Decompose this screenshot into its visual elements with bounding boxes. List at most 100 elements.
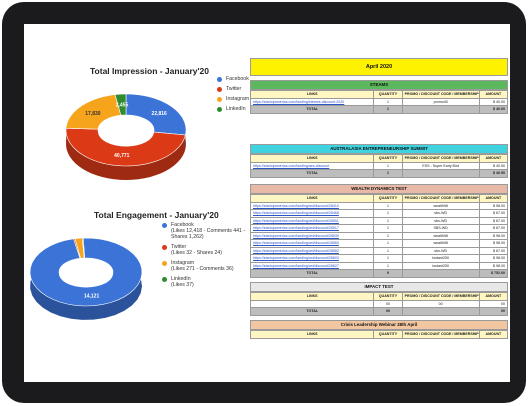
- table-row: https://startupamerica.com/landing/wd/di…: [249, 201, 509, 210]
- row-link[interactable]: https://startupamerica.com/landing/wd/di…: [249, 239, 375, 248]
- row-link[interactable]: https://startupamerica.com/landing/wd/di…: [249, 224, 375, 233]
- row-quantity: 1: [373, 224, 403, 233]
- row-amount: $ 98.00: [478, 201, 509, 210]
- impression-legend-swatch: [217, 86, 222, 92]
- total-code: [401, 169, 480, 178]
- column-header: LINKS: [249, 154, 375, 163]
- column-header: QUANTITY: [373, 292, 403, 301]
- impression-chart-title: Total Impression - January'20: [90, 66, 210, 76]
- row-link[interactable]: https://startupamerica.com/landing/aes-d…: [249, 161, 375, 170]
- total-row: TOTAL 1 $ 40.00: [249, 105, 509, 114]
- column-header: QUANTITY: [373, 90, 403, 99]
- impression-legend: Facebook Twitter Instagram LinkedIn: [217, 76, 249, 116]
- row-link[interactable]: https://startupamerica.com/landing/wd/di…: [249, 216, 375, 225]
- row-code: 00: [401, 299, 480, 308]
- engagement-legend-item-linkedin: LinkedIn (Likes 37): [162, 276, 246, 288]
- section-header: Crisis Leadership Webinar 28th April: [250, 320, 508, 330]
- table-row: https://startupamerica.com/landing/aes-d…: [249, 161, 509, 170]
- column-header: QUANTITY: [373, 194, 403, 203]
- row-link[interactable]: https://startupamerica.com/landing/wd/di…: [249, 231, 375, 240]
- column-header: LINKS: [249, 292, 375, 301]
- engagement-data-label-facebook: 14,121: [84, 294, 100, 300]
- table-row: https://startupamerica.com/landing/wd/di…: [249, 261, 509, 270]
- section-table: LINKS QUANTITY PROMO / DISCOUNT CODE / MEM…: [249, 194, 509, 278]
- impression-legend-swatch: [217, 96, 222, 102]
- report-title: April 2020: [250, 58, 508, 76]
- section-table: LINKS QUANTITY PROMO / DISCOUNT CODE / MEM…: [249, 330, 509, 339]
- row-code: sbs-WD: [401, 246, 480, 255]
- row-code: ESS - Super Early Bird: [401, 161, 480, 170]
- row-link[interactable]: https://startupamerica.com/landing/steam…: [249, 97, 375, 106]
- row-amount: $ 67.00: [478, 216, 509, 225]
- impression-legend-label: Twitter: [226, 86, 242, 92]
- impression-data-label-linkedin: 2,455: [116, 102, 129, 108]
- row-link[interactable]: https://startupamerica.com/landing/wd/di…: [249, 201, 375, 210]
- row-link[interactable]: https://startupamerica.com/landing/wd/di…: [249, 246, 375, 255]
- row-amount: $ 40.50: [478, 161, 509, 170]
- impression-donut-chart: 22,816 40,771 17,830 2,455: [65, 93, 187, 180]
- row-quantity: 1: [373, 246, 403, 255]
- total-quantity: 00: [373, 307, 403, 316]
- tablet-frame: Total Impression - January'20 22,816 40,7…: [2, 2, 526, 403]
- column-header: PROMO / DISCOUNT CODE / MEMBERSHIP: [401, 154, 480, 163]
- engagement-legend-detail: (Likes 32 - Shares 24): [171, 250, 223, 256]
- total-row: TOTAL 9 $ 752.00: [249, 269, 509, 278]
- row-amount: $ 67.00: [478, 209, 509, 218]
- row-quantity: 1: [373, 161, 403, 170]
- total-amount: $ 40.50: [478, 169, 509, 178]
- impression-legend-item-linkedin: LinkedIn: [217, 106, 249, 112]
- impression-data-label-facebook: 22,816: [152, 111, 168, 117]
- row-quantity: 1: [373, 209, 403, 218]
- engagement-legend-swatch: [162, 260, 167, 266]
- row-link: [249, 299, 375, 308]
- row-amount: $ 98.00: [478, 239, 509, 248]
- row-code: sbs-WD: [401, 209, 480, 218]
- row-code: promo40: [401, 97, 480, 106]
- row-quantity: 00: [373, 299, 403, 308]
- table-header-row: LINKS QUANTITY PROMO / DISCOUNT CODE / MEM…: [249, 292, 509, 301]
- row-link[interactable]: https://startupamerica.com/landing/wd/di…: [249, 254, 375, 263]
- impression-legend-swatch: [217, 76, 222, 82]
- row-code: instant250: [401, 261, 480, 270]
- impression-legend-swatch: [217, 106, 222, 112]
- column-header: PROMO / DISCOUNT CODE / MEMBERSHIP: [401, 292, 480, 301]
- section-header: WEALTH DYNAMICS TEST: [250, 184, 508, 194]
- impression-legend-label: Facebook: [226, 76, 249, 82]
- row-quantity: 1: [373, 231, 403, 240]
- row-code: sbs-WD: [401, 216, 480, 225]
- column-header: AMOUNT: [478, 292, 509, 301]
- impression-legend-label: LinkedIn: [226, 106, 246, 112]
- engagement-legend-detail: (Likes 12,418 - Comments 441 - Shares 1,…: [171, 228, 246, 240]
- column-header: AMOUNT: [478, 90, 509, 99]
- engagement-legend-detail: (Likes 271 - Comments 36): [171, 266, 234, 272]
- row-link[interactable]: https://startupamerica.com/landing/wd/di…: [249, 209, 375, 218]
- column-header: PROMO / DISCOUNT CODE / MEMBERSHIP: [401, 90, 480, 99]
- row-code: SBS-WD: [401, 224, 480, 233]
- table-row: https://startupamerica.com/landing/wd/di…: [249, 254, 509, 263]
- row-amount: $ 98.00: [478, 261, 509, 270]
- total-code: [401, 307, 480, 316]
- total-row: TOTAL 00 00: [249, 307, 509, 316]
- row-code: wealth98: [401, 201, 480, 210]
- row-quantity: 1: [373, 261, 403, 270]
- report-section: IMPACT TEST LINKS QUANTITY PROMO / DISCOUNT…: [249, 282, 509, 316]
- total-quantity: 1: [373, 105, 403, 114]
- row-link[interactable]: https://startupamerica.com/landing/wd/di…: [249, 261, 375, 270]
- engagement-legend-item-instagram: Instagram (Likes 271 - Comments 36): [162, 260, 246, 272]
- engagement-donut-chart: 14,121: [29, 237, 143, 320]
- engagement-legend-detail: (Likes 37): [171, 282, 194, 288]
- row-amount: $ 67.00: [478, 224, 509, 233]
- report-section: AUSTRALASIA ENTREPRENEURSHIP SUMMIT LINKS…: [249, 144, 509, 178]
- column-header: AMOUNT: [478, 154, 509, 163]
- impression-legend-item-instagram: Instagram: [217, 96, 249, 102]
- row-amount: $ 67.00: [478, 246, 509, 255]
- row-amount: $ 40.00: [478, 97, 509, 106]
- section-header: IMPACT TEST: [250, 282, 508, 292]
- column-header: AMOUNT: [478, 330, 509, 339]
- total-label: TOTAL: [249, 105, 375, 114]
- section-table: LINKS QUANTITY PROMO / DISCOUNT CODE / MEM…: [249, 154, 509, 178]
- table-header-row: LINKS QUANTITY PROMO / DISCOUNT CODE / MEM…: [249, 194, 509, 203]
- impression-legend-label: Instagram: [226, 96, 250, 102]
- total-quantity: 9: [373, 269, 403, 278]
- total-amount: $ 40.00: [478, 105, 509, 114]
